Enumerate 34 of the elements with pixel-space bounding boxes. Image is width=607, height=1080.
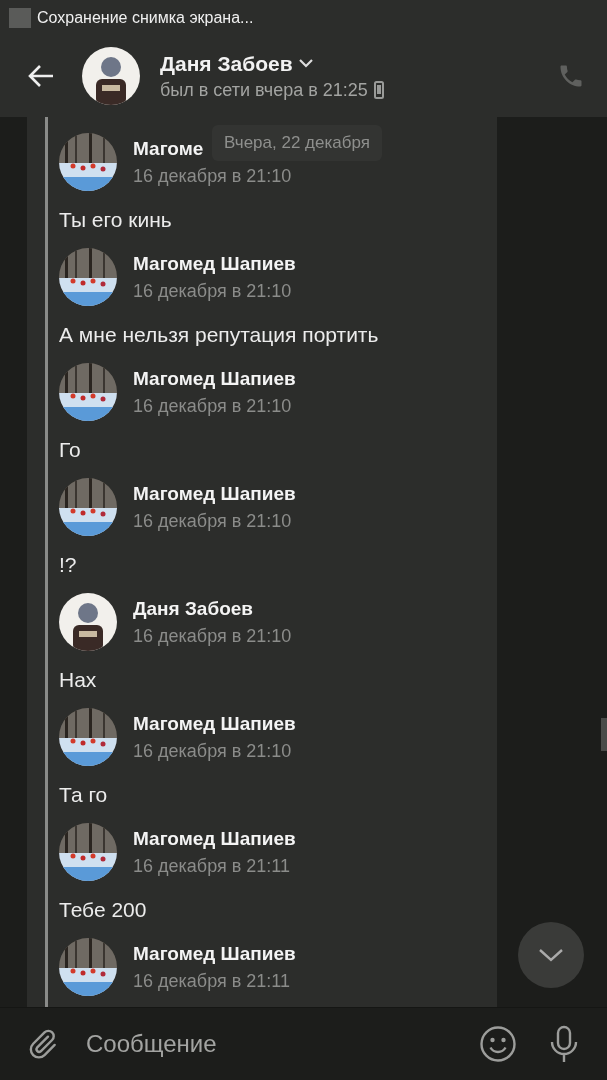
- message-input[interactable]: Сообщение: [86, 1024, 479, 1064]
- notification-text: Сохранение снимка экрана...: [37, 8, 254, 27]
- message-text: Го: [59, 437, 82, 463]
- message-time: 16 декабря в 21:11: [133, 970, 290, 992]
- author-name: Магоме: [133, 137, 204, 160]
- chevron-down-icon[interactable]: [298, 59, 313, 68]
- date-label: Вчера, 22 декабря: [212, 125, 382, 161]
- message-time: 16 декабря в 21:10: [133, 625, 292, 647]
- emoji-icon[interactable]: [479, 1025, 517, 1063]
- message-time: 16 декабря в 21:10: [133, 165, 292, 187]
- author-name: Магомед Шапиев: [133, 942, 296, 965]
- message-text: Та го: [59, 782, 109, 808]
- author-name: Магомед Шапиев: [133, 712, 296, 735]
- message-time: 16 декабря в 21:10: [133, 395, 292, 417]
- author-name: Магомед Шапиев: [133, 482, 296, 505]
- phone-device-icon: [373, 81, 384, 99]
- message-time: 16 декабря в 21:10: [133, 280, 292, 302]
- contact-name[interactable]: Даня Забоев: [160, 51, 293, 76]
- message-time: 16 декабря в 21:11: [133, 855, 290, 877]
- last-seen-status: был в сети вчера в 21:25: [160, 79, 368, 101]
- scrollbar-thumb[interactable]: [601, 718, 607, 751]
- message-text: Ты его кинь: [59, 207, 173, 233]
- message-text: Тебе 200: [59, 897, 148, 923]
- message-time: 16 декабря в 21:10: [133, 510, 292, 532]
- chevron-down-icon: [538, 948, 564, 962]
- author-name: Магомед Шапиев: [133, 367, 296, 390]
- notification-icon: [9, 7, 31, 28]
- author-name: Даня Забоев: [133, 597, 253, 620]
- message-text: Нах: [59, 667, 98, 693]
- author-name: Магомед Шапиев: [133, 827, 296, 850]
- author-name: Магомед Шапиев: [133, 252, 296, 275]
- message-time: 16 декабря в 21:10: [133, 740, 292, 762]
- message-text: !?: [59, 552, 78, 578]
- message-text: А мне нельзя репутация портить: [59, 322, 379, 348]
